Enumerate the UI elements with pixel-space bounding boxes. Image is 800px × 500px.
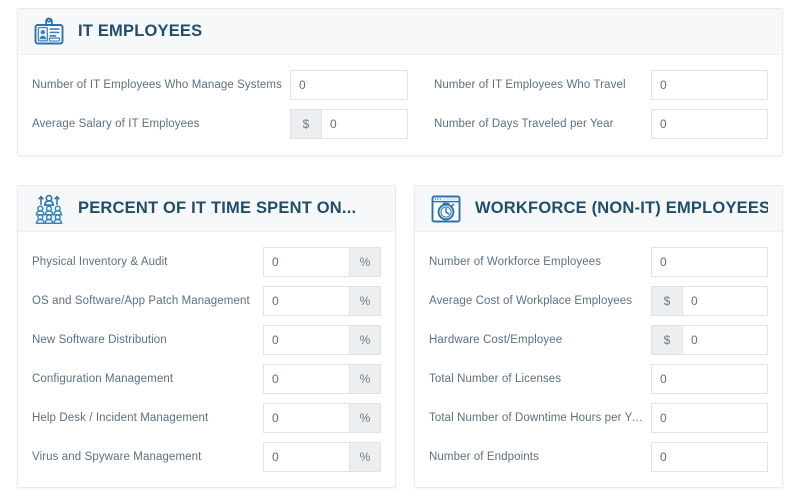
- field-row: OS and Software/App Patch Management %: [32, 281, 381, 320]
- input-group: %: [263, 324, 381, 355]
- currency-prefix-addon: $: [651, 285, 682, 316]
- card-it-employees: IT EMPLOYEES Number of IT Employees Who …: [17, 8, 783, 156]
- hardware-cost-per-employee-input[interactable]: [682, 324, 768, 355]
- field-row: Number of Days Traveled per Year: [434, 104, 768, 143]
- percent-suffix-addon: %: [350, 246, 381, 277]
- field-label: Average Cost of Workplace Employees: [429, 294, 633, 307]
- input-group: %: [263, 246, 381, 277]
- field-label: Number of Workforce Employees: [429, 255, 602, 268]
- id-badge-icon: [34, 17, 64, 44]
- field-label: Number of IT Employees Who Travel: [433, 78, 626, 91]
- field-row: Number of Workforce Employees: [429, 242, 768, 281]
- field-label: OS and Software/App Patch Management: [32, 294, 250, 307]
- input-group: %: [263, 363, 381, 394]
- input-group: %: [263, 285, 381, 316]
- it-employees-manage-systems-input[interactable]: [289, 69, 408, 100]
- field-row: Number of IT Employees Who Manage System…: [32, 65, 408, 104]
- card-title-it-employees: IT EMPLOYEES: [78, 22, 203, 40]
- card-header-workforce-employees: WORKFORCE (NON-IT) EMPLOYEES: [415, 186, 782, 232]
- field-label: Average Salary of IT Employees: [32, 117, 200, 130]
- field-label: Total Number of Downtime Hours per Year: [429, 411, 649, 424]
- it-employees-who-travel-input[interactable]: [651, 69, 768, 100]
- input-group: $: [651, 285, 768, 316]
- field-row: New Software Distribution %: [32, 320, 381, 359]
- it-employees-average-salary-input[interactable]: [320, 108, 408, 139]
- input-group: [651, 363, 768, 394]
- percent-suffix-addon: %: [350, 324, 381, 355]
- input-group: [651, 69, 768, 100]
- field-label: Physical Inventory & Audit: [32, 255, 168, 268]
- card-body-percent-it-time: Physical Inventory & Audit % OS and Soft…: [18, 232, 395, 492]
- number-of-endpoints-input[interactable]: [651, 441, 768, 472]
- field-label: Configuration Management: [32, 372, 174, 385]
- input-group: $: [289, 108, 408, 139]
- configuration-management-input[interactable]: [263, 363, 350, 394]
- field-row: Number of IT Employees Who Travel: [434, 65, 768, 104]
- currency-prefix-addon: $: [651, 324, 682, 355]
- average-cost-workplace-employees-input[interactable]: [682, 285, 768, 316]
- input-group: [651, 108, 768, 139]
- input-group: [651, 246, 768, 277]
- os-software-patch-management-input[interactable]: [263, 285, 350, 316]
- field-row: Average Salary of IT Employees $: [32, 104, 408, 143]
- percent-suffix-addon: %: [350, 285, 381, 316]
- percent-suffix-addon: %: [350, 441, 381, 472]
- field-label: Hardware Cost/Employee: [429, 333, 563, 346]
- card-body-workforce-employees: Number of Workforce Employees Average Co…: [415, 232, 782, 492]
- field-row: Total Number of Downtime Hours per Year: [429, 398, 768, 437]
- total-downtime-hours-per-year-input[interactable]: [651, 402, 768, 433]
- physical-inventory-audit-input[interactable]: [263, 246, 350, 277]
- field-row: Help Desk / Incident Management %: [32, 398, 381, 437]
- new-software-distribution-input[interactable]: [263, 324, 350, 355]
- field-label: Number of Endpoints: [429, 450, 539, 463]
- input-group: %: [263, 402, 381, 433]
- field-label: New Software Distribution: [32, 333, 167, 346]
- input-group: [289, 69, 408, 100]
- number-of-workforce-employees-input[interactable]: [651, 246, 768, 277]
- field-row: Configuration Management %: [32, 359, 381, 398]
- input-group: %: [263, 441, 381, 472]
- field-row: Hardware Cost/Employee $: [429, 320, 768, 359]
- it-employees-left-column: Number of IT Employees Who Manage System…: [32, 65, 420, 143]
- card-header-it-employees: IT EMPLOYEES: [18, 9, 782, 55]
- field-row: Virus and Spyware Management %: [32, 437, 381, 476]
- virus-spyware-management-input[interactable]: [263, 441, 350, 472]
- input-group: [651, 441, 768, 472]
- input-group: [651, 402, 768, 433]
- card-workforce-employees: WORKFORCE (NON-IT) EMPLOYEES Number of W…: [414, 185, 783, 488]
- card-percent-it-time: PERCENT OF IT TIME SPENT ON... Physical …: [17, 185, 396, 488]
- help-desk-incident-management-input[interactable]: [263, 402, 350, 433]
- people-group-growth-icon: [35, 194, 63, 224]
- field-label: Number of Days Traveled per Year: [433, 117, 614, 130]
- field-label: Help Desk / Incident Management: [32, 411, 209, 424]
- field-label: Total Number of Licenses: [429, 372, 562, 385]
- field-row: Average Cost of Workplace Employees $: [429, 281, 768, 320]
- form-page: IT EMPLOYEES Number of IT Employees Who …: [0, 0, 800, 500]
- days-traveled-per-year-input[interactable]: [651, 108, 768, 139]
- card-header-percent-it-time: PERCENT OF IT TIME SPENT ON...: [18, 186, 395, 232]
- it-employees-right-column: Number of IT Employees Who Travel Number…: [420, 65, 768, 143]
- field-label: Number of IT Employees Who Manage System…: [32, 78, 282, 91]
- percent-suffix-addon: %: [350, 402, 381, 433]
- field-row: Physical Inventory & Audit %: [32, 242, 381, 281]
- card-title-percent-it-time: PERCENT OF IT TIME SPENT ON...: [78, 199, 357, 217]
- field-row: Number of Endpoints: [429, 437, 768, 476]
- browser-stopwatch-icon: [431, 195, 461, 222]
- field-row: Total Number of Licenses: [429, 359, 768, 398]
- field-label: Virus and Spyware Management: [32, 450, 202, 463]
- card-title-workforce-employees: WORKFORCE (NON-IT) EMPLOYEES: [475, 199, 768, 217]
- input-group: $: [651, 324, 768, 355]
- total-number-of-licenses-input[interactable]: [651, 363, 768, 394]
- percent-suffix-addon: %: [350, 363, 381, 394]
- currency-prefix-addon: $: [289, 108, 321, 139]
- card-body-it-employees: Number of IT Employees Who Manage System…: [18, 55, 782, 159]
